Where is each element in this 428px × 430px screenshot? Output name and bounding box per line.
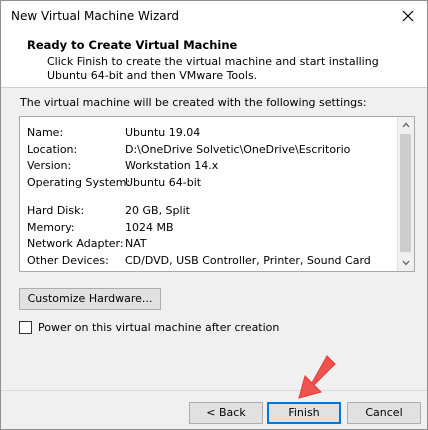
settings-caption: The virtual machine will be created with… [20, 96, 367, 109]
settings-summary-box: Name: Ubuntu 19.04 Location: D:\OneDrive… [19, 116, 415, 272]
settings-row: Network Adapter: NAT [27, 236, 397, 253]
back-button[interactable]: < Back [189, 402, 263, 424]
chevron-down-icon [402, 260, 410, 266]
settings-row: Hard Disk: 20 GB, Split [27, 203, 397, 220]
setting-key: Location: [27, 142, 78, 156]
wizard-window: New Virtual Machine Wizard Ready to Crea… [0, 0, 428, 430]
settings-row: Version: Workstation 14.x [27, 158, 397, 175]
close-button[interactable] [395, 4, 421, 28]
power-on-label[interactable]: Power on this virtual machine after crea… [38, 321, 279, 334]
power-on-checkbox[interactable] [19, 321, 32, 334]
scroll-up-button[interactable] [398, 117, 414, 133]
settings-row: Memory: 1024 MB [27, 220, 397, 237]
settings-spacer [27, 191, 397, 203]
title-bar: New Virtual Machine Wizard [1, 1, 427, 32]
footer-divider [1, 390, 427, 391]
close-icon [402, 10, 414, 22]
setting-value: CD/DVD, USB Controller, Printer, Sound C… [125, 253, 371, 267]
settings-row: Other Devices: CD/DVD, USB Controller, P… [27, 253, 397, 270]
scroll-down-button[interactable] [398, 255, 414, 271]
scrollbar-thumb[interactable] [400, 134, 411, 252]
chevron-up-icon [402, 122, 410, 128]
settings-row: Location: D:\OneDrive Solvetic\OneDrive\… [27, 142, 397, 159]
setting-key: Network Adapter: [27, 237, 124, 250]
setting-value: Ubuntu 64-bit [125, 175, 202, 189]
setting-key: Operating System: [27, 175, 131, 189]
setting-value: 1024 MB [125, 220, 174, 234]
setting-value: D:\OneDrive Solvetic\OneDrive\Escritorio [125, 142, 351, 156]
customize-hardware-button[interactable]: Customize Hardware... [19, 288, 161, 310]
wizard-header: Ready to Create Virtual Machine Click Fi… [1, 32, 427, 88]
cancel-button[interactable]: Cancel [347, 402, 421, 424]
setting-value: NAT [125, 237, 147, 250]
setting-key: Version: [27, 159, 72, 172]
settings-row: Name: Ubuntu 19.04 [27, 125, 397, 142]
window-title: New Virtual Machine Wizard [11, 9, 179, 23]
power-on-option[interactable]: Power on this virtual machine after crea… [19, 321, 279, 334]
setting-key: Other Devices: [27, 253, 109, 267]
setting-key: Hard Disk: [27, 204, 85, 217]
setting-key: Memory: [27, 220, 75, 234]
settings-row: Operating System: Ubuntu 64-bit [27, 175, 397, 192]
vertical-scrollbar[interactable] [397, 117, 414, 271]
page-description: Click Finish to create the virtual machi… [47, 55, 379, 82]
setting-value: Workstation 14.x [125, 159, 219, 172]
finish-button[interactable]: Finish [267, 402, 341, 424]
setting-value: Ubuntu 19.04 [125, 126, 201, 139]
setting-key: Name: [27, 126, 64, 139]
setting-value: 20 GB, Split [125, 204, 190, 217]
pointer-arrow-icon [298, 355, 336, 399]
settings-list: Name: Ubuntu 19.04 Location: D:\OneDrive… [27, 125, 397, 269]
page-title: Ready to Create Virtual Machine [27, 38, 238, 52]
